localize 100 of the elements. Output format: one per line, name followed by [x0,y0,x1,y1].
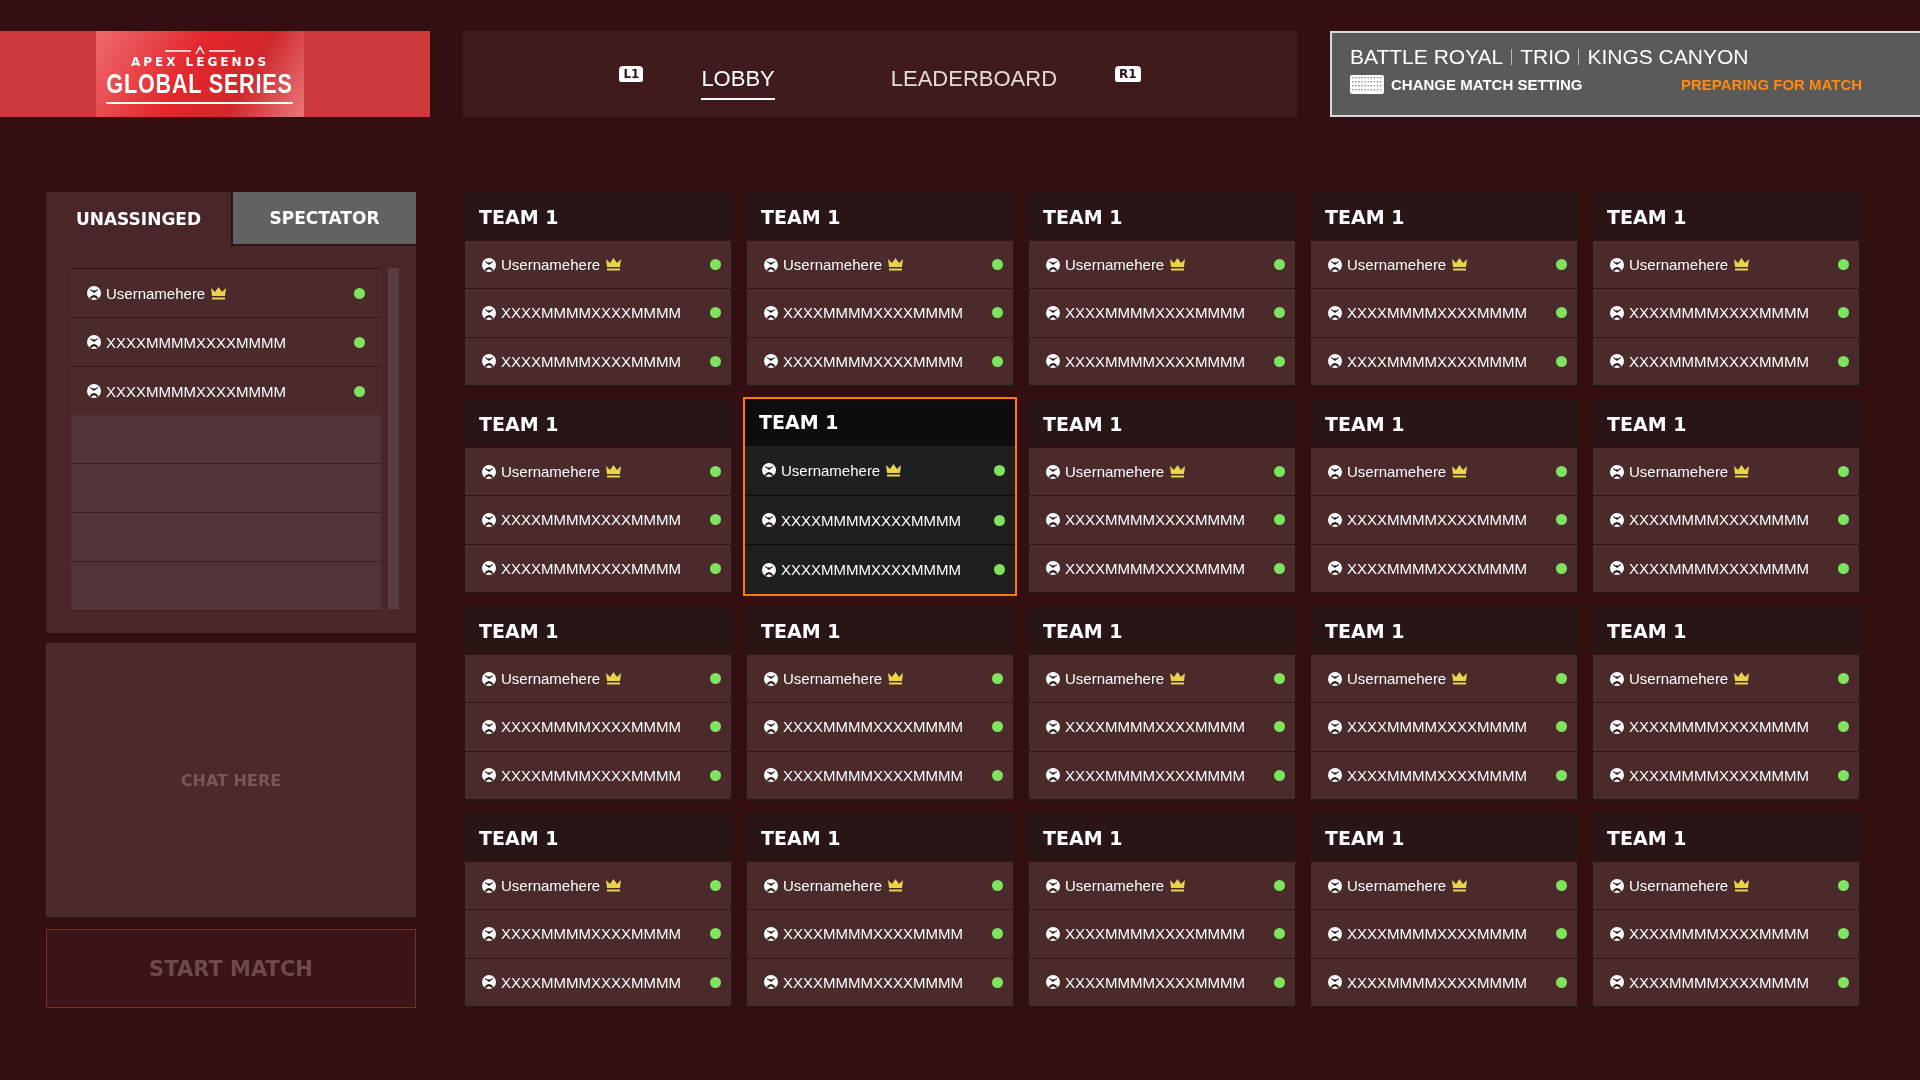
team-card[interactable]: TEAM 1 Usernamehere XXXXMMMMXXXXMMMM XXXXMMMMXXXXMMMM [1309,192,1579,387]
player-row[interactable]: Usernamehere [1593,447,1859,496]
player-row[interactable]: XXXXMMMMXXXXMMMM [465,495,731,544]
player-row[interactable]: XXXXMMMMXXXXMMMM [1029,288,1295,337]
player-row[interactable]: Usernamehere [1311,240,1577,289]
player-row[interactable]: Usernamehere [465,861,731,910]
player-row[interactable]: XXXXMMMMXXXXMMMM [1311,288,1577,337]
team-card[interactable]: TEAM 1 Usernamehere XXXXMMMMXXXXMMMM XXXXMMMMXXXXMMMM [463,399,733,594]
player-row[interactable]: XXXXMMMMXXXXMMMM [747,957,1013,1006]
player-row[interactable]: XXXXMMMMXXXXMMMM [747,750,1013,799]
player-row[interactable]: XXXXMMMMXXXXMMMM [1311,957,1577,1006]
player-row[interactable]: Usernamehere [1593,240,1859,289]
player-row[interactable]: XXXXMMMMXXXXMMMM [1593,702,1859,751]
team-card[interactable]: TEAM 1 Usernamehere XXXXMMMMXXXXMMMM XXXXMMMMXXXXMMMM [463,606,733,801]
player-row[interactable]: Usernamehere [745,445,1015,495]
team-card[interactable]: TEAM 1 Usernamehere XXXXMMMMXXXXMMMM XXXXMMMMXXXXMMMM [1309,606,1579,801]
player-row[interactable]: XXXXMMMMXXXXMMMM [465,909,731,958]
player-row[interactable]: XXXXMMMMXXXXMMMM [465,957,731,1006]
player-row[interactable]: XXXXMMMMXXXXMMMM [747,336,1013,385]
player-row[interactable]: Usernamehere [1593,654,1859,703]
player-row[interactable]: XXXXMMMMXXXXMMMM [465,336,731,385]
side-tab[interactable]: SPECTATOR [231,192,416,246]
player-name: Usernamehere [1065,670,1165,688]
player-row[interactable]: XXXXMMMMXXXXMMMM [745,494,1015,545]
player-row[interactable]: XXXXMMMMXXXXMMMM [745,544,1015,594]
player-row[interactable]: XXXXMMMMXXXXMMMM [1029,336,1295,385]
team-card[interactable]: TEAM 1 Usernamehere XXXXMMMMXXXXMMMM XXXXMMMMXXXXMMMM [745,192,1015,387]
player-name: Usernamehere [106,284,206,302]
team-card[interactable]: TEAM 1 Usernamehere XXXXMMMMXXXXMMMM XXXXMMMMXXXXMMMM [1309,813,1579,1008]
player-row[interactable]: Usernamehere [1311,654,1577,703]
player-row[interactable]: XXXXMMMMXXXXMMMM [1593,543,1859,592]
team-card[interactable]: TEAM 1 Usernamehere XXXXMMMMXXXXMMMM XXXXMMMMXXXXMMMM [1309,399,1579,594]
player-row[interactable]: Usernamehere [1593,861,1859,910]
crown-icon [1170,672,1186,686]
player-row[interactable]: XXXXMMMMXXXXMMMM [1593,288,1859,337]
team-card[interactable]: TEAM 1 Usernamehere XXXXMMMMXXXXMMMM XXXXMMMMXXXXMMMM [1591,813,1861,1008]
player-row[interactable]: Usernamehere [1311,861,1577,910]
team-card[interactable]: TEAM 1 Usernamehere XXXXMMMMXXXXMMMM XXXXMMMMXXXXMMMM [1027,192,1297,387]
team-card[interactable]: TEAM 1 Usernamehere XXXXMMMMXXXXMMMM XXXXMMMMXXXXMMMM [463,192,733,387]
player-row[interactable]: XXXXMMMMXXXXMMMM [1593,336,1859,385]
player-row[interactable]: XXXXMMMMXXXXMMMM [1593,957,1859,1006]
player-row[interactable]: Usernamehere [465,447,731,496]
crown-icon [888,258,904,272]
nav-tab[interactable]: LOBBY [701,58,775,100]
player-row[interactable]: XXXXMMMMXXXXMMMM [1029,909,1295,958]
player-row[interactable]: XXXXMMMMXXXXMMMM [747,288,1013,337]
team-card[interactable]: TEAM 1 Usernamehere XXXXMMMMXXXXMMMM XXXXMMMMXXXXMMMM [1591,192,1861,387]
player-row[interactable]: XXXXMMMMXXXXMMMM [1311,702,1577,751]
player-row[interactable]: Usernamehere [465,240,731,289]
team-name: TEAM 1 [1042,826,1124,851]
player-row[interactable]: XXXXMMMMXXXXMMMM [1593,909,1859,958]
player-row[interactable]: XXXXMMMMXXXXMMMM [465,543,731,592]
team-card[interactable]: TEAM 1 Usernamehere XXXXMMMMXXXXMMMM XXXXMMMMXXXXMMMM [745,813,1015,1008]
player-row[interactable]: Usernamehere [1029,654,1295,703]
player-name: Usernamehere [501,877,601,895]
player-name: Usernamehere [501,670,601,688]
team-card[interactable]: TEAM 1 Usernamehere XXXXMMMMXXXXMMMM XXXXMMMMXXXXMMMM [1027,813,1297,1008]
team-card[interactable]: TEAM 1 Usernamehere XXXXMMMMXXXXMMMM XXXXMMMMXXXXMMMM [745,606,1015,801]
player-row[interactable]: XXXXMMMMXXXXMMMM [1029,702,1295,751]
team-name: TEAM 1 [1606,619,1688,644]
player-row[interactable]: XXXXMMMMXXXXMMMM [1029,495,1295,544]
player-row[interactable]: XXXXMMMMXXXXMMMM [1311,543,1577,592]
player-row[interactable]: XXXXMMMMXXXXMMMM [747,909,1013,958]
player-row[interactable]: XXXXMMMMXXXXMMMM [71,366,381,415]
player-row[interactable]: Usernamehere [465,654,731,703]
player-row[interactable]: XXXXMMMMXXXXMMMM [1311,909,1577,958]
player-row[interactable]: XXXXMMMMXXXXMMMM [1593,495,1859,544]
player-row[interactable]: XXXXMMMMXXXXMMMM [1311,750,1577,799]
player-row[interactable]: XXXXMMMMXXXXMMMM [71,317,381,366]
player-name: Usernamehere [1347,463,1447,481]
player-row[interactable]: Usernamehere [747,861,1013,910]
player-row[interactable]: Usernamehere [71,268,381,317]
player-row[interactable]: Usernamehere [747,654,1013,703]
player-row[interactable]: XXXXMMMMXXXXMMMM [465,288,731,337]
team-card[interactable]: TEAM 1 Usernamehere XXXXMMMMXXXXMMMM XXXXMMMMXXXXMMMM [1591,606,1861,801]
player-row[interactable]: Usernamehere [1029,240,1295,289]
crown-icon [606,672,622,686]
player-row[interactable]: XXXXMMMMXXXXMMMM [1311,495,1577,544]
player-name: Usernamehere [1629,877,1729,895]
player-row[interactable]: XXXXMMMMXXXXMMMM [1311,336,1577,385]
player-row[interactable]: XXXXMMMMXXXXMMMM [747,702,1013,751]
player-row[interactable]: Usernamehere [1029,447,1295,496]
team-card[interactable]: TEAM 1 Usernamehere XXXXMMMMXXXXMMMM XXXXMMMMXXXXMMMM [1027,399,1297,594]
player-row[interactable]: XXXXMMMMXXXXMMMM [1029,957,1295,1006]
team-name: TEAM 1 [758,410,840,435]
team-card[interactable]: TEAM 1 Usernamehere XXXXMMMMXXXXMMMM XXXXMMMMXXXXMMMM [1591,399,1861,594]
player-row[interactable]: XXXXMMMMXXXXMMMM [1029,750,1295,799]
player-row[interactable]: XXXXMMMMXXXXMMMM [465,750,731,799]
player-row[interactable]: Usernamehere [1029,861,1295,910]
team-name: TEAM 1 [478,205,560,230]
player-row[interactable]: Usernamehere [1311,447,1577,496]
player-row[interactable]: XXXXMMMMXXXXMMMM [465,702,731,751]
team-card[interactable]: TEAM 1 Usernamehere XXXXMMMMXXXXMMMM XXXXMMMMXXXXMMMM [463,813,733,1008]
player-row[interactable]: Usernamehere [747,240,1013,289]
team-card[interactable]: TEAM 1 Usernamehere XXXXMMMMXXXXMMMM XXXXMMMMXXXXMMMM [743,397,1017,596]
nav-tab[interactable]: LEADERBOARD [890,58,1058,100]
change-match-setting-link[interactable]: CHANGE MATCH SETTING [1391,76,1681,93]
team-card[interactable]: TEAM 1 Usernamehere XXXXMMMMXXXXMMMM XXXXMMMMXXXXMMMM [1027,606,1297,801]
player-row[interactable]: XXXXMMMMXXXXMMMM [1593,750,1859,799]
player-row[interactable]: XXXXMMMMXXXXMMMM [1029,543,1295,592]
